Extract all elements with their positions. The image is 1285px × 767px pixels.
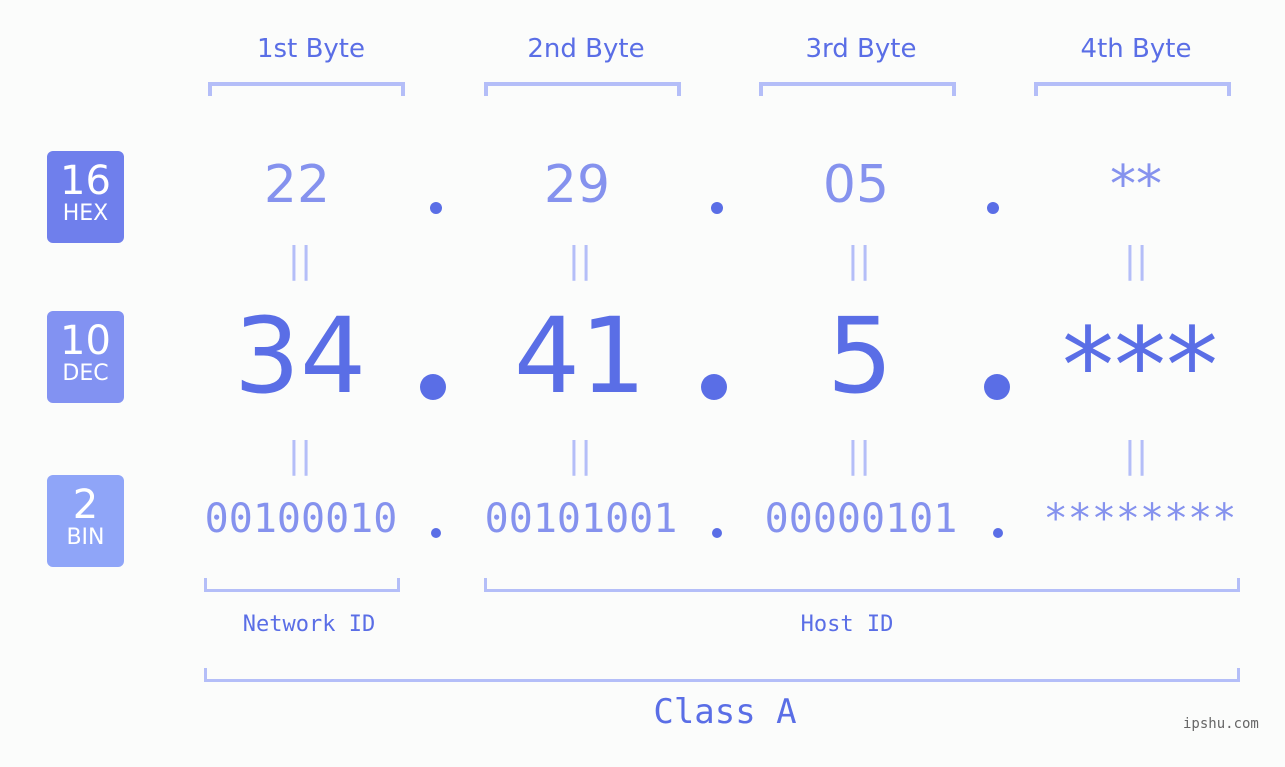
equals-sign: || (1123, 240, 1149, 281)
dec-separator-dot (701, 374, 727, 400)
bin-value-1: 00100010 (204, 496, 398, 542)
byte-bracket-1 (208, 82, 405, 96)
equals-sign: || (287, 240, 313, 281)
hex-separator-dot (711, 202, 723, 214)
bin-value-2: 00101001 (484, 496, 678, 542)
dec-badge-label: DEC (62, 361, 109, 386)
hex-value-4: ** (1110, 155, 1162, 215)
hex-value-2: 29 (543, 155, 611, 215)
bin-separator-dot (431, 528, 441, 538)
hex-badge-base: 16 (60, 158, 111, 204)
class-label: Class A (653, 692, 797, 732)
equals-sign: || (1123, 435, 1149, 476)
equals-sign: || (846, 240, 872, 281)
bin-badge: 2 BIN (47, 475, 124, 567)
bin-value-4: ******** (1043, 496, 1237, 542)
bin-badge-base: 2 (72, 482, 99, 528)
dec-value-1: 34 (233, 295, 367, 417)
hex-separator-dot (987, 202, 999, 214)
hex-separator-dot (430, 202, 442, 214)
byte-header-2: 2nd Byte (527, 34, 645, 64)
dec-separator-dot (420, 374, 446, 400)
bin-badge-label: BIN (66, 525, 105, 550)
dec-badge: 10 DEC (47, 311, 124, 403)
hex-value-1: 22 (263, 155, 331, 215)
dec-value-2: 41 (513, 295, 647, 417)
network-id-bracket (204, 578, 400, 592)
equals-sign: || (846, 435, 872, 476)
watermark: ipshu.com (1183, 716, 1259, 732)
byte-bracket-4 (1034, 82, 1231, 96)
byte-header-1: 1st Byte (257, 34, 365, 64)
network-id-label: Network ID (242, 612, 376, 637)
dec-badge-base: 10 (60, 318, 111, 364)
bin-value-3: 00000101 (764, 496, 958, 542)
dec-value-4: *** (1062, 305, 1218, 427)
host-id-bracket (484, 578, 1240, 592)
dec-value-3: 5 (826, 295, 894, 417)
byte-header-3: 3rd Byte (805, 34, 917, 64)
class-bracket (204, 668, 1240, 682)
hex-badge: 16 HEX (47, 151, 124, 243)
equals-sign: || (567, 435, 593, 476)
hex-value-3: 05 (822, 155, 890, 215)
host-id-label: Host ID (800, 612, 894, 637)
equals-sign: || (567, 240, 593, 281)
byte-bracket-2 (484, 82, 681, 96)
bin-separator-dot (993, 528, 1003, 538)
hex-badge-label: HEX (62, 201, 109, 226)
byte-bracket-3 (759, 82, 956, 96)
byte-header-4: 4th Byte (1080, 34, 1192, 64)
dec-separator-dot (984, 374, 1010, 400)
equals-sign: || (287, 435, 313, 476)
bin-separator-dot (712, 528, 722, 538)
